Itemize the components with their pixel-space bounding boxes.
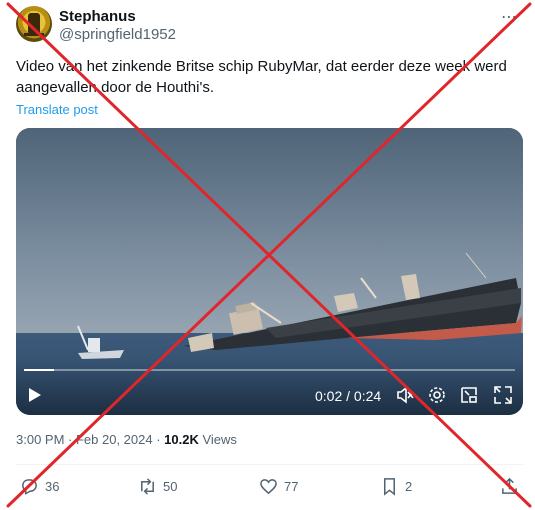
- avatar[interactable]: [16, 6, 52, 42]
- time-current: 0:02: [315, 388, 343, 404]
- like-count: 77: [284, 478, 299, 494]
- video-progress-fill: [24, 369, 55, 371]
- views-count: 10.2K: [164, 432, 199, 447]
- pip-icon[interactable]: [460, 386, 478, 404]
- share-button[interactable]: [500, 476, 525, 496]
- mute-icon[interactable]: [396, 386, 414, 404]
- meta-separator-2: ·: [152, 432, 165, 447]
- play-icon[interactable]: [28, 387, 42, 403]
- time-total: 0:24: [353, 388, 382, 404]
- translate-post-link[interactable]: Translate post: [16, 102, 98, 117]
- post-text-line-2: aangevallen door de Houthi's.: [16, 79, 215, 96]
- meta-separator: ·: [64, 432, 76, 447]
- post-header: Stephanus @springfield1952 ⋯: [16, 6, 526, 46]
- post-text-line-1: Video van het zinkende Britse schip Ruby…: [16, 58, 507, 75]
- author-name[interactable]: Stephanus: [59, 8, 136, 26]
- bookmark-icon: [383, 477, 396, 496]
- more-options-icon[interactable]: ⋯: [501, 7, 518, 27]
- reply-icon: [22, 478, 37, 495]
- avatar-base: [24, 33, 44, 36]
- video-player[interactable]: 0:02 / 0:24: [16, 128, 523, 415]
- post-date[interactable]: Feb 20, 2024: [76, 432, 153, 447]
- reply-count: 36: [45, 478, 60, 494]
- video-time: 0:02 / 0:24: [315, 387, 381, 405]
- post-text: Video van het zinkende Britse schip Ruby…: [16, 56, 526, 98]
- repost-count: 50: [163, 478, 178, 494]
- bookmark-count: 2: [405, 478, 413, 494]
- post-meta: 3:00 PM · Feb 20, 2024 · 10.2K Views: [16, 432, 237, 448]
- video-progress-bar[interactable]: [24, 369, 515, 371]
- divider: [16, 464, 523, 465]
- post-time[interactable]: 3:00 PM: [16, 432, 64, 447]
- views-label: Views: [198, 432, 237, 447]
- share-icon: [502, 477, 517, 494]
- time-separator: /: [342, 388, 354, 404]
- avatar-figure: [28, 13, 40, 33]
- settings-icon[interactable]: [428, 386, 446, 404]
- bookmark-button[interactable]: 2: [380, 476, 412, 496]
- fullscreen-icon[interactable]: [494, 386, 512, 404]
- reply-button[interactable]: 36: [20, 476, 59, 496]
- like-button[interactable]: 77: [259, 476, 298, 496]
- author-handle[interactable]: @springfield1952: [59, 26, 176, 44]
- heart-icon: [260, 478, 277, 494]
- repost-icon: [141, 477, 154, 495]
- repost-button[interactable]: 50: [138, 476, 177, 496]
- video-controls: [16, 359, 523, 415]
